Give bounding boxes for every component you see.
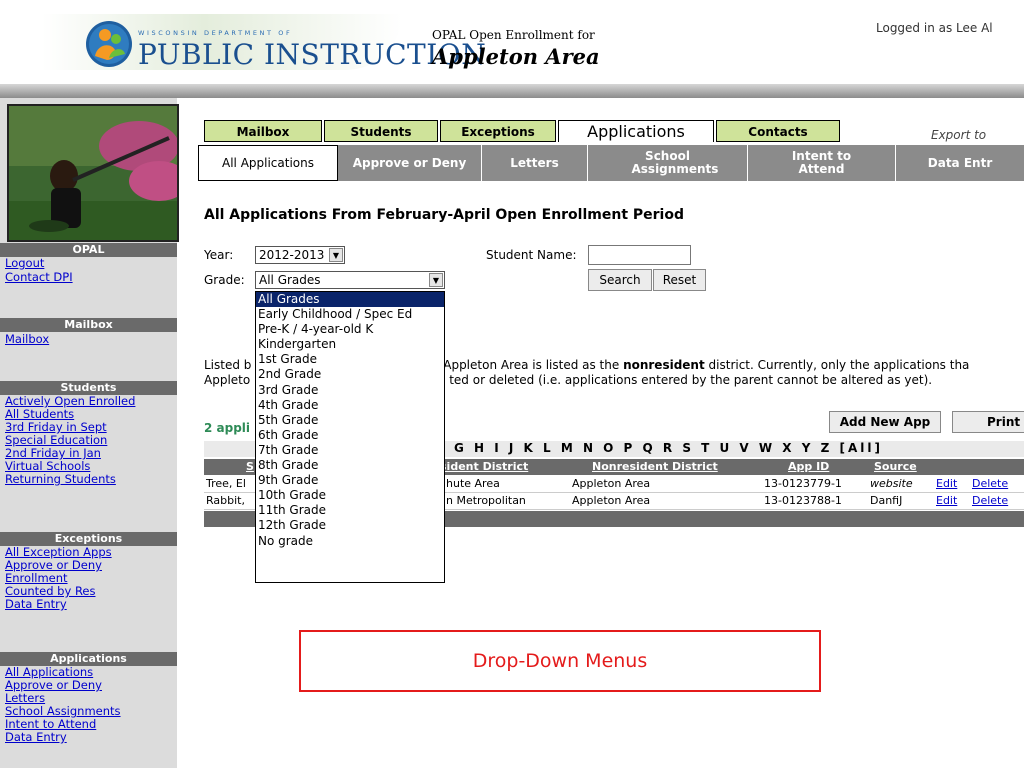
annotation-callout: Drop-Down Menus <box>299 630 821 692</box>
cell-resident: n Metropolitan <box>446 494 526 507</box>
login-status: Logged in as Lee Al <box>876 21 993 35</box>
info-text: Listed b <box>204 358 252 372</box>
col-student[interactable]: S <box>246 459 254 475</box>
tab-contacts[interactable]: Contacts <box>716 120 840 142</box>
edit-link[interactable]: Edit <box>936 493 957 509</box>
grade-option[interactable]: 10th Grade <box>256 488 444 503</box>
grade-option[interactable]: 4th Grade <box>256 398 444 413</box>
info-text: Appleto <box>204 373 251 387</box>
sidebar-head-mailbox: Mailbox <box>0 318 177 332</box>
sidebar-link-applications-data-entry[interactable]: Data Entry <box>5 731 67 744</box>
search-button[interactable]: Search <box>588 269 652 291</box>
clarinet-player-image <box>9 106 177 240</box>
grade-dropdown-list[interactable]: All Grades Early Childhood / Spec Ed Pre… <box>255 291 445 583</box>
grade-option[interactable]: 2nd Grade <box>256 367 444 382</box>
opal-subtitle: OPAL Open Enrollment for <box>432 28 595 42</box>
cell-resident: hute Area <box>446 477 500 490</box>
year-select[interactable]: 2012-2013 ▼ <box>255 246 345 264</box>
cell-nonresident: Appleton Area <box>572 494 651 507</box>
subtab-all-applications[interactable]: All Applications <box>198 145 338 181</box>
district-title: Appleton Area <box>432 44 600 69</box>
year-label: Year: <box>204 248 234 262</box>
sidebar-link-mailbox[interactable]: Mailbox <box>5 333 49 346</box>
alphabet-filter[interactable]: G H I J K L M N O P Q R S T U V W X Y Z … <box>454 441 883 455</box>
tab-students[interactable]: Students <box>324 120 438 142</box>
grade-option[interactable]: 5th Grade <box>256 413 444 428</box>
sidebar-head-opal: OPAL <box>0 243 177 257</box>
sidebar-link-returning-students[interactable]: Returning Students <box>5 473 116 486</box>
chevron-down-icon[interactable]: ▼ <box>329 248 343 262</box>
sidebar-link-logout[interactable]: Logout <box>5 257 44 270</box>
grade-label: Grade: <box>204 273 245 287</box>
col-nonresident-district[interactable]: Nonresident District <box>592 459 718 475</box>
subtab-intent-to-attend-label: Intent to Attend <box>791 149 852 176</box>
cell-student: Rabbit, <box>206 494 245 507</box>
add-new-app-button[interactable]: Add New App <box>829 411 941 433</box>
col-app-id[interactable]: App ID <box>788 459 829 475</box>
banner-photo <box>7 104 179 242</box>
grade-option[interactable]: 12th Grade <box>256 518 444 533</box>
student-name-input[interactable] <box>588 245 691 265</box>
year-select-value: 2012-2013 <box>259 248 325 262</box>
grade-option[interactable]: 9th Grade <box>256 473 444 488</box>
cell-nonresident: Appleton Area <box>572 477 651 490</box>
reset-button[interactable]: Reset <box>653 269 706 291</box>
tab-exceptions[interactable]: Exceptions <box>440 120 556 142</box>
grade-option[interactable]: 7th Grade <box>256 443 444 458</box>
sidebar-head-applications: Applications <box>0 652 177 666</box>
col-resident-district[interactable]: sident District <box>440 459 528 475</box>
cell-app-id: 13-0123779-1 <box>764 477 842 490</box>
grade-option[interactable]: No grade <box>256 534 444 549</box>
delete-link[interactable]: Delete <box>972 493 1008 509</box>
subtab-school-assignments[interactable]: School Assignments <box>588 145 748 181</box>
grade-option[interactable]: 8th Grade <box>256 458 444 473</box>
cell-source: website <box>870 477 913 490</box>
grade-option[interactable]: 1st Grade <box>256 352 444 367</box>
chevron-down-icon[interactable]: ▼ <box>429 273 443 287</box>
subtab-data-entry[interactable]: Data Entr <box>896 145 1024 181</box>
cell-student: Tree, El <box>206 477 246 490</box>
sidebar-link-contact-dpi[interactable]: Contact DPI <box>5 271 73 284</box>
info-text: district. Currently, only the applicatio… <box>704 358 970 372</box>
col-source[interactable]: Source <box>874 459 917 475</box>
grade-option[interactable]: Pre-K / 4-year-old K <box>256 322 444 337</box>
grade-option[interactable]: 3rd Grade <box>256 383 444 398</box>
subtab-letters[interactable]: Letters <box>482 145 588 181</box>
cell-source: DanfiJ <box>870 494 903 507</box>
grade-select-value: All Grades <box>259 273 321 287</box>
sidebar-head-exceptions: Exceptions <box>0 532 177 546</box>
tab-mailbox[interactable]: Mailbox <box>204 120 322 142</box>
info-text: Appleton Area is listed as the <box>439 358 624 372</box>
grade-select[interactable]: All Grades ▼ <box>255 271 445 289</box>
subtab-intent-to-attend[interactable]: Intent to Attend <box>748 145 896 181</box>
subtab-school-assignments-label: School Assignments <box>631 149 719 176</box>
dpi-logo-icon <box>86 21 132 67</box>
grade-option[interactable]: All Grades <box>256 292 444 308</box>
cell-app-id: 13-0123788-1 <box>764 494 842 507</box>
subtab-approve-deny[interactable]: Approve or Deny <box>338 145 482 181</box>
edit-link[interactable]: Edit <box>936 476 957 492</box>
grade-option[interactable] <box>256 549 444 564</box>
export-link[interactable]: Export to <box>931 128 986 142</box>
grade-option[interactable]: 6th Grade <box>256 428 444 443</box>
page-title: All Applications From February-April Ope… <box>204 207 684 223</box>
header-divider-bar <box>0 84 1024 98</box>
print-button[interactable]: Print <box>952 411 1024 433</box>
info-text: ted or deleted (i.e. applications entere… <box>449 373 933 387</box>
sidebar-head-students: Students <box>0 381 177 395</box>
grade-option[interactable]: 11th Grade <box>256 503 444 518</box>
info-bold-text: nonresident <box>623 358 705 372</box>
agency-top-text: WISCONSIN DEPARTMENT OF <box>138 29 293 37</box>
tab-applications[interactable]: Applications <box>558 120 714 142</box>
delete-link[interactable]: Delete <box>972 476 1008 492</box>
grade-option[interactable]: Early Childhood / Spec Ed <box>256 307 444 322</box>
student-name-label: Student Name: <box>486 248 577 262</box>
application-count: 2 appli <box>204 421 251 435</box>
sidebar-link-exceptions-data-entry[interactable]: Data Entry <box>5 598 67 611</box>
grade-option[interactable]: Kindergarten <box>256 337 444 352</box>
